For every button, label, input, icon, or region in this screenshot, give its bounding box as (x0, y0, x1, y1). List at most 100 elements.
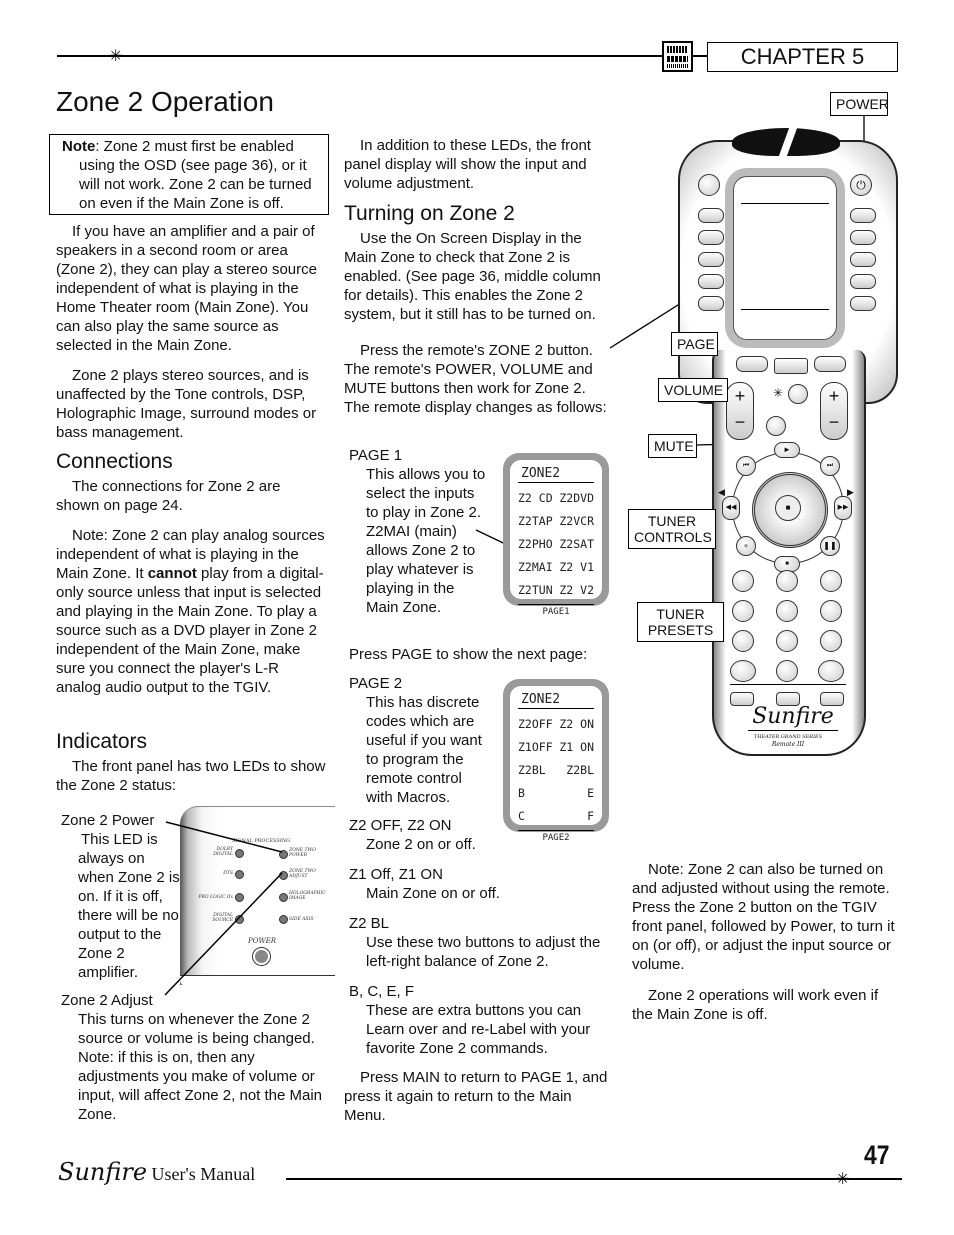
emphasis: cannot (147, 565, 197, 582)
remote-side-button (850, 252, 876, 267)
remote-keypad-button (776, 570, 798, 592)
remote-keypad-button (776, 660, 798, 682)
paragraph: The connections for Zone 2 are shown on … (56, 478, 281, 514)
item-title: B, C, E, F (349, 983, 415, 1000)
remote-side-button (850, 274, 876, 289)
note-label: Note (62, 138, 96, 155)
list-item: Z1 Off, Z1 ON Main Zone on or off. (349, 865, 614, 903)
lcd-cell: Z1OFF (518, 740, 553, 754)
lcd-row: Z2MAI Z2 V1 (518, 556, 594, 579)
list-item: B, C, E, F These are extra buttons you c… (349, 982, 614, 1058)
star-icon: ✳ (836, 1169, 850, 1188)
note-text: : Zone 2 must first be enabled using the… (79, 138, 312, 212)
remote-lcd-page2: ZONE2 Z2OFF Z2 ON Z1OFF Z1 ON Z2BL Z2BL BE … (503, 679, 609, 843)
lcd-cell: Z2DVD (559, 491, 594, 505)
paragraph: Use the On Screen Display in the Main Zo… (344, 230, 601, 323)
indicators-section: Indicators The front panel has two LEDs … (56, 731, 326, 806)
power-label: POWER (248, 937, 277, 945)
remote-record-button: ● (736, 536, 756, 556)
callout-tuner-controls: TUNER CONTROLS (628, 509, 716, 549)
middle-column-top: In addition to these LEDs, the front pan… (344, 136, 612, 428)
led-label: HOLOGRAPHIC IMAGE (289, 891, 326, 901)
item-title: Z1 Off, Z1 ON (349, 866, 443, 883)
remote-side-button (698, 252, 724, 267)
remote-ffwd-button: ▶▶ (834, 496, 852, 520)
lcd-cell: C (518, 809, 525, 823)
page2-item: PAGE 2 This has discrete codes which are… (349, 674, 489, 807)
header-rule-short (693, 55, 707, 57)
page2-desc: This has discrete codes which are useful… (366, 694, 482, 806)
callout-mute: MUTE (648, 434, 697, 458)
remote-preset-button (776, 600, 798, 622)
zone2-adjust-desc: This turns on whenever the Zone 2 source… (78, 1011, 323, 1123)
press-page-text: Press PAGE to show the next page: (349, 646, 588, 663)
paragraph: Note: Zone 2 can also be turned on and a… (632, 861, 895, 973)
led-label: DOLBY DIGITAL (213, 847, 233, 857)
item-desc: These are extra buttons you can Learn ov… (366, 1002, 591, 1057)
footer-brand-logo: Sunfire (58, 1158, 148, 1186)
page-number: 47 (864, 1140, 890, 1170)
remote-preset-button (732, 630, 754, 652)
zone2-adjust-item: Zone 2 Adjust This turns on whenever the… (61, 991, 331, 1124)
remote-keypad-button (730, 660, 756, 682)
remote-control-illustration: ⏻ + − + − ✳ ■ ► ⏮ ⏭ ◀◀ ▶▶ ◀ ▶ ● ❚❚ ■ Sunfi… (678, 120, 898, 760)
lcd-row: Z2OFF Z2 ON (518, 713, 594, 736)
lcd-title: ZONE2 (518, 692, 594, 709)
callout-tuner-presets: TUNER PRESETS (637, 602, 724, 642)
paragraph: Press MAIN to return to PAGE 1, and pres… (344, 1069, 608, 1124)
footer-brand: Sunfire User's Manual (58, 1158, 255, 1186)
paragraph: Zone 2 operations will work even if the … (632, 987, 879, 1023)
power-button (253, 948, 270, 965)
remote-preset-button (776, 630, 798, 652)
lcd-cell: Z2TUN (518, 583, 553, 597)
remote-rewind-button: ◀◀ (722, 496, 740, 520)
lcd-footer: PAGE2 (518, 830, 594, 843)
paragraph: If you have an amplifier and a pair of s… (56, 223, 317, 354)
led-digital-source (235, 915, 244, 924)
lcd-cell: Z2 CD (518, 491, 553, 505)
led-label: DIGITAL SOURCE (212, 913, 233, 923)
front-panel-image: SIGNAL PROCESSING DOLBY DIGITAL DTS PRO … (180, 806, 335, 986)
remote-side-button (850, 296, 876, 311)
lcd-screen: ZONE2 Z2OFF Z2 ON Z1OFF Z1 ON Z2BL Z2BL BE … (510, 686, 602, 843)
item-desc: Use these two buttons to adjust the left… (366, 934, 601, 970)
connections-heading: Connections (56, 450, 173, 473)
paragraph: Zone 2 plays stereo sources, and is unaf… (56, 367, 317, 441)
remote-keypad-button (732, 570, 754, 592)
paragraph: Press the remote's ZONE 2 button. The re… (344, 342, 607, 416)
remote-prev-button: ⏮ (736, 456, 756, 476)
lcd-row: Z2 CD Z2DVD (518, 487, 594, 510)
page2-title: PAGE 2 (349, 675, 403, 692)
led-dts (235, 870, 244, 879)
led-label: ZONE TWO ADJUST (289, 869, 316, 879)
dts-dolby-logo-icon (662, 41, 693, 72)
page-title: Zone 2 Operation (56, 86, 274, 117)
remote-main-button (774, 358, 808, 374)
lcd-row: BE (518, 782, 594, 805)
lcd-cell: Z1 ON (559, 740, 594, 754)
page1-item: PAGE 1 This allows you to select the inp… (349, 446, 489, 617)
lcd-cell: B (518, 786, 525, 800)
led-label: PRO LOGIC IIx (198, 895, 233, 900)
star-icon: ✳ (109, 46, 123, 65)
led-side-axis (279, 915, 288, 924)
left-column-intro: If you have an amplifier and a pair of s… (56, 222, 326, 453)
led-holographic-image (279, 893, 288, 902)
remote-side-button (698, 208, 724, 223)
remote-brand-logo: Sunfire (748, 704, 838, 731)
led-zone-two-adjust (279, 871, 288, 880)
remote-lcd-page1: ZONE2 Z2 CD Z2DVD Z2TAP Z2VCR Z2PHO Z2SAT Z… (503, 453, 609, 617)
lcd-title: ZONE2 (518, 466, 594, 483)
remote-side-button (850, 208, 876, 223)
note-box: Note: Zone 2 must first be enabled using… (49, 134, 329, 215)
remote-page-button (736, 356, 768, 372)
remote-preset-button (820, 630, 842, 652)
remote-mute-button (766, 416, 786, 436)
lcd-cell: Z2BL (566, 763, 594, 777)
lcd-cell: Z2 ON (559, 717, 594, 731)
footer-manual-label: User's Manual (151, 1164, 256, 1184)
led-pro-logic (235, 893, 244, 902)
remote-button-zone (698, 174, 720, 196)
lcd-cell: Z2PHO (518, 537, 553, 551)
item-title: Z2 BL (349, 915, 390, 932)
